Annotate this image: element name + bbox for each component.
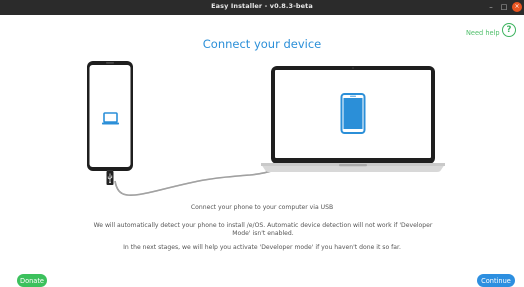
phone-illustration (87, 61, 133, 185)
smartphone-icon (340, 93, 366, 134)
usb-icon (106, 171, 114, 185)
next-stages-note: In the next stages, we will help you act… (123, 244, 401, 251)
detection-note: We will automatically detect your phone … (93, 222, 433, 237)
continue-button[interactable]: Continue (477, 274, 515, 287)
laptop-illustration (261, 66, 445, 172)
connect-instruction: Connect your phone to your computer via … (190, 204, 334, 211)
donate-button[interactable]: Donate (17, 274, 47, 287)
